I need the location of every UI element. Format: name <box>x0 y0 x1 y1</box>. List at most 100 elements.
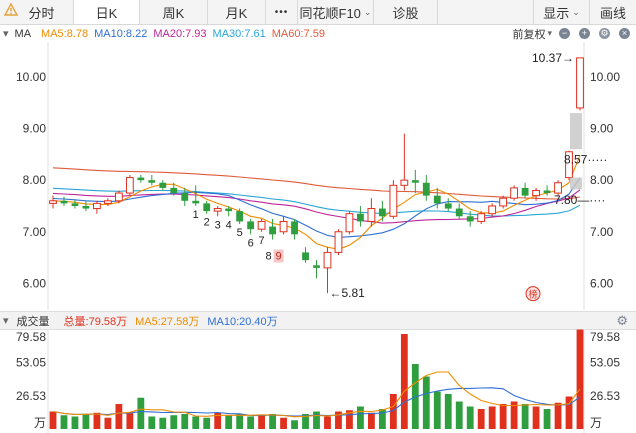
price-tick-right: 9.00 <box>590 122 614 136</box>
candle-body <box>422 182 430 196</box>
tab-intraday[interactable]: 分时 <box>0 0 74 24</box>
seq-label: 1 <box>193 209 199 221</box>
candle-body <box>334 231 343 253</box>
seq-label: 2 <box>204 217 210 229</box>
candle-body <box>444 203 452 209</box>
volume-bar <box>247 416 255 429</box>
candle-body <box>213 208 222 212</box>
upper-level-label: 8.57····· <box>564 153 607 167</box>
volume-tick-right: 53.05 <box>590 356 620 370</box>
price-tick-left: 6.00 <box>23 276 47 290</box>
candle-body <box>148 180 156 183</box>
adjust-mode[interactable]: 前复权 <box>512 26 545 42</box>
volume-tick-left: 万 <box>34 416 46 430</box>
chevron-down-icon: ⌄ <box>363 6 372 17</box>
candle-body <box>389 184 398 217</box>
volume-bar <box>313 411 320 429</box>
tab-weekly-k[interactable]: 周K <box>140 0 208 24</box>
candle-body <box>114 192 123 202</box>
volume-bar <box>367 412 375 429</box>
seq-label: 6 <box>248 237 254 249</box>
price-chart[interactable]: 10.00 10.00 9.00 9.00 8.00 8.00 7.00 7.00 6.00 6.… <box>0 42 636 310</box>
support-zone <box>570 177 582 190</box>
volume-bar <box>324 416 331 429</box>
volume-legend: ▾ 成交量 总量:79.58万 MA5:27.58万 MA10:20.40万 ⚙ <box>0 311 636 330</box>
volume-bar <box>521 404 529 429</box>
candle-body <box>400 179 409 186</box>
minus-icon[interactable]: − <box>559 28 570 39</box>
volume-tick-left: 26.53 <box>16 389 46 403</box>
candle-body <box>367 208 376 222</box>
volume-tick-left: 53.05 <box>16 356 46 370</box>
volume-bar <box>71 416 79 429</box>
candle-body <box>466 216 474 222</box>
price-tick-right: 6.00 <box>590 276 614 290</box>
volume-bar <box>422 376 430 429</box>
candle-body <box>247 221 255 230</box>
price-tick-left: 10.00 <box>16 70 46 84</box>
candle-body <box>532 189 540 197</box>
volume-bar <box>269 414 276 429</box>
settings-icon[interactable]: ⚙ <box>599 28 610 39</box>
collapse-icon[interactable]: ▾ <box>3 27 9 40</box>
tab-monthly-k[interactable]: 月K <box>208 0 266 24</box>
candle-body <box>279 220 288 233</box>
volume-bar <box>543 409 551 429</box>
candle-body <box>477 213 486 222</box>
low-price-label: ←5.81 <box>329 286 365 300</box>
candle-body <box>236 211 244 222</box>
candle-body <box>60 200 68 204</box>
volume-bar <box>49 411 57 429</box>
candle-body <box>313 265 320 268</box>
volume-bar <box>466 406 474 429</box>
volume-bar <box>126 412 134 429</box>
seq-label: 9 <box>276 251 282 263</box>
candle-body <box>510 187 519 199</box>
volume-ma10: MA10:20.40万 <box>207 315 278 328</box>
chevron-down-icon: ⌄ <box>572 6 580 17</box>
adjust-chevron-icon[interactable]: ▾ <box>547 28 552 39</box>
candle-body <box>125 177 134 194</box>
tab-diagnose[interactable]: 诊股 <box>374 0 438 24</box>
volume-title: 成交量 <box>16 315 50 328</box>
tab-daily-k[interactable]: 日K <box>74 0 140 24</box>
ma5-value: MA5:8.78 <box>41 27 89 40</box>
ma60-value: MA60:7.59 <box>271 27 325 40</box>
volume-bar <box>104 417 112 429</box>
candle-body <box>521 187 529 196</box>
candle-body <box>181 193 189 201</box>
volume-bar <box>280 417 287 429</box>
display-dropdown[interactable]: 显示 ⌄ <box>534 0 590 24</box>
candle-body <box>103 200 112 204</box>
volume-bar <box>477 409 485 429</box>
ma-legend: ▾ MA MA5:8.78 MA10:8.22 MA20:7.93 MA30:7… <box>0 25 636 42</box>
collapse-icon[interactable]: ▾ <box>3 314 9 327</box>
settings-icon[interactable]: ⚙ <box>616 313 628 329</box>
resistance-zone <box>570 113 582 150</box>
f10-dropdown[interactable]: 同花顺F10 ⌄ <box>298 0 374 24</box>
volume-chart[interactable]: 79.58 79.58 53.05 53.05 26.53 26.53 万 万 <box>0 329 636 433</box>
seq-label: 5 <box>237 227 243 239</box>
candle-body <box>257 220 266 230</box>
tab-spacer <box>438 0 534 24</box>
volume-bar <box>181 414 189 429</box>
close-icon[interactable]: × <box>619 28 630 39</box>
plus-icon[interactable]: + <box>579 28 590 39</box>
candle-body <box>455 208 463 217</box>
volume-bar <box>170 415 178 429</box>
volume-bar <box>258 415 266 429</box>
lower-level-label: 7.80—···· <box>554 193 605 207</box>
more-icon[interactable]: ••• <box>266 0 298 24</box>
volume-bar <box>148 416 156 429</box>
ma20-value: MA20:7.93 <box>153 27 207 40</box>
candle-body <box>291 221 298 235</box>
volume-bar <box>137 397 145 429</box>
volume-bar <box>433 391 441 429</box>
volume-bar <box>357 406 364 429</box>
price-tick-right: 10.00 <box>590 70 620 84</box>
alert-icon[interactable] <box>4 3 18 17</box>
volume-tick-right: 26.53 <box>590 389 620 403</box>
draw-line-button[interactable]: 画线 <box>590 0 636 24</box>
volume-bar <box>159 417 167 429</box>
volume-total: 总量:79.58万 <box>63 315 128 328</box>
